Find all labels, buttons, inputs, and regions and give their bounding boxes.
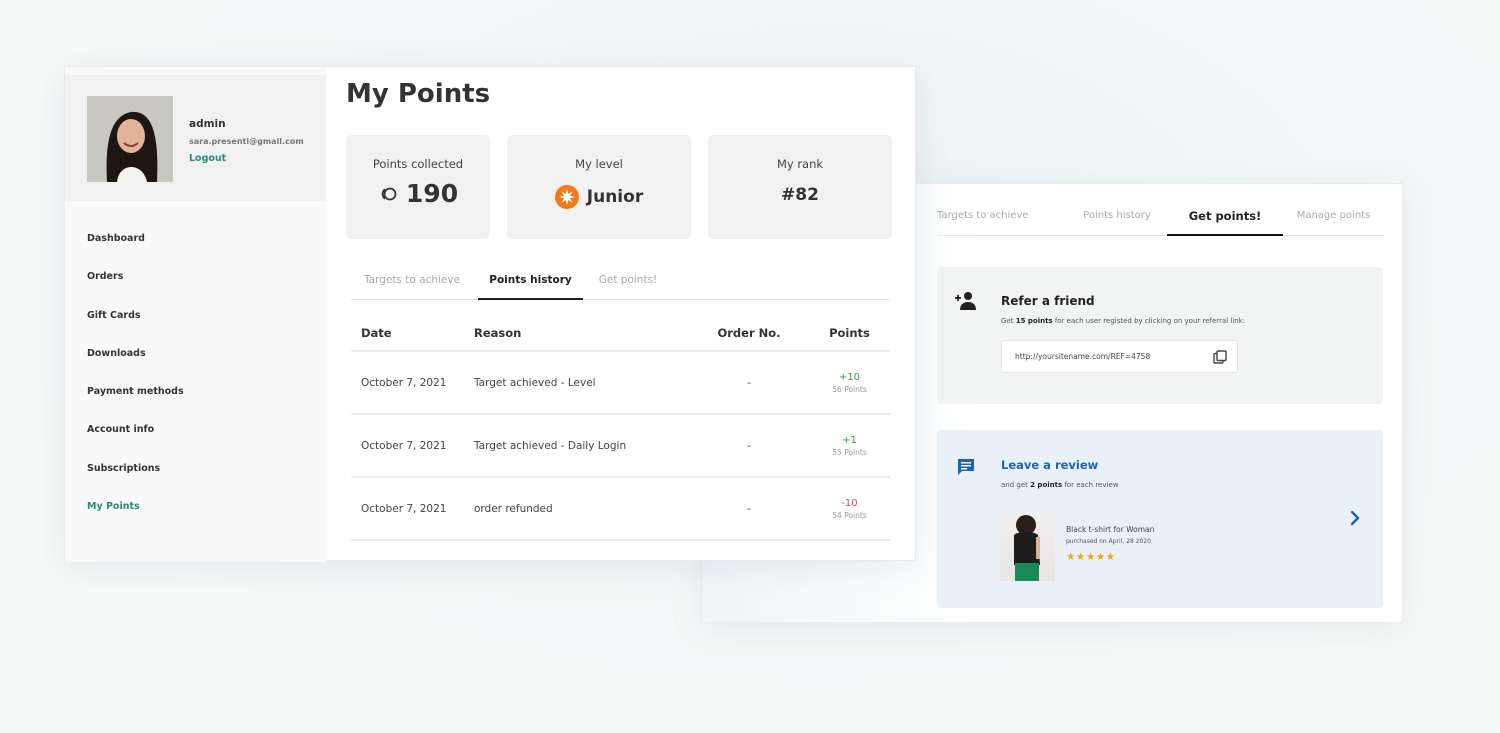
review-desc-points: 2 points bbox=[1030, 481, 1063, 489]
row-order-no: - bbox=[747, 376, 751, 389]
row-points: +10 56 Points bbox=[809, 372, 890, 394]
avatar bbox=[87, 96, 173, 182]
tab-points-history[interactable]: Points history bbox=[1067, 202, 1167, 236]
row-order-no: - bbox=[747, 502, 751, 515]
points-delta: -10 bbox=[841, 497, 858, 509]
my-level-value: Junior bbox=[586, 187, 644, 207]
product-name: Black t-shirt for Woman bbox=[1066, 525, 1155, 534]
referral-url[interactable]: http://yoursitename.com/REF=4758 bbox=[1015, 352, 1150, 361]
user-name: admin bbox=[189, 118, 226, 130]
points-tabs: Targets to achieve Points history Get po… bbox=[351, 266, 890, 300]
my-level-label: My level bbox=[575, 157, 623, 171]
points-delta: +10 bbox=[838, 371, 861, 383]
tab-targets-to-achieve[interactable]: Targets to achieve bbox=[937, 202, 1067, 236]
purchase-date: purchased on April, 28 2020 bbox=[1066, 538, 1151, 545]
table-header: Date Reason Order No. Points bbox=[351, 315, 890, 352]
row-date: October 7, 2021 bbox=[361, 376, 447, 389]
header-date: Date bbox=[361, 325, 392, 340]
points-total: 54 Points bbox=[832, 510, 867, 520]
table-row: October 7, 2021 Target achieved - Daily … bbox=[351, 415, 890, 478]
sidebar-item-gift-cards[interactable]: Gift Cards bbox=[87, 310, 184, 348]
sidebar-item-my-points[interactable]: My Points bbox=[87, 501, 184, 539]
points-delta: +1 bbox=[842, 434, 857, 446]
sidebar-item-subscriptions[interactable]: Subscriptions bbox=[87, 463, 184, 501]
avatar-photo bbox=[87, 96, 173, 182]
product-image bbox=[1000, 513, 1055, 581]
refer-desc-prefix: Get bbox=[1001, 317, 1016, 325]
my-points-panel: admin sara.presenti@gmail.com Logout Das… bbox=[64, 66, 916, 562]
points-collected-value: 190 bbox=[405, 179, 459, 208]
header-reason: Reason bbox=[474, 325, 522, 340]
add-person-icon bbox=[955, 292, 976, 310]
points-collected-value-row: 190 bbox=[346, 179, 490, 208]
header-points: Points bbox=[829, 325, 870, 340]
sidebar-item-orders[interactable]: Orders bbox=[87, 271, 184, 309]
review-description: and get 2 points for each review bbox=[1001, 481, 1119, 489]
get-points-tabs: Targets to achieve Points history Get po… bbox=[937, 202, 1384, 236]
header-order-no: Order No. bbox=[717, 325, 781, 340]
starburst-badge-icon bbox=[554, 185, 579, 209]
refer-title: Refer a friend bbox=[1001, 294, 1095, 308]
chat-message-icon bbox=[958, 459, 974, 475]
row-reason: Target achieved - Level bbox=[474, 376, 596, 389]
row-reason: Target achieved - Daily Login bbox=[474, 439, 627, 452]
chevron-right-icon[interactable] bbox=[1349, 510, 1361, 526]
row-date: October 7, 2021 bbox=[361, 439, 447, 452]
my-rank-card: My rank #82 bbox=[708, 135, 892, 239]
product-photo-woman-tshirt bbox=[1014, 515, 1040, 581]
points-history-table: Date Reason Order No. Points October 7, … bbox=[351, 315, 890, 541]
tab-get-points[interactable]: Get points! bbox=[1167, 202, 1283, 236]
user-email: sara.presenti@gmail.com bbox=[189, 137, 304, 146]
sidebar-item-dashboard[interactable]: Dashboard bbox=[87, 233, 184, 271]
profile-card: admin sara.presenti@gmail.com Logout bbox=[65, 75, 326, 201]
table-row: October 7, 2021 order refunded - -10 54 … bbox=[351, 478, 890, 541]
my-rank-value: #82 bbox=[781, 185, 819, 205]
account-sidebar: admin sara.presenti@gmail.com Logout Das… bbox=[65, 67, 326, 562]
referral-link-field[interactable]: http://yoursitename.com/REF=4758 bbox=[1001, 340, 1238, 373]
row-points: +1 55 Points bbox=[809, 435, 890, 457]
coins-icon bbox=[381, 187, 397, 200]
tab-points-history[interactable]: Points history bbox=[478, 266, 583, 300]
refer-desc-points: 15 points bbox=[1015, 317, 1053, 325]
refer-a-friend-card: Refer a friend Get 15 points for each us… bbox=[937, 267, 1383, 404]
my-rank-label: My rank bbox=[776, 157, 824, 171]
logout-link[interactable]: Logout bbox=[189, 153, 226, 164]
sidebar-item-downloads[interactable]: Downloads bbox=[87, 348, 184, 386]
my-level-card: My level Junior bbox=[507, 135, 691, 239]
page-title: My Points bbox=[346, 79, 491, 109]
refer-description: Get 15 points for each user registed by … bbox=[1001, 317, 1245, 325]
tab-targets-to-achieve[interactable]: Targets to achieve bbox=[351, 266, 478, 300]
sidebar-item-account-info[interactable]: Account info bbox=[87, 424, 184, 462]
row-date: October 7, 2021 bbox=[361, 502, 447, 515]
my-level-value-row: Junior bbox=[507, 185, 691, 209]
tab-manage-points[interactable]: Manage points bbox=[1283, 202, 1384, 236]
leave-review-title[interactable]: Leave a review bbox=[1001, 458, 1098, 472]
tab-get-points[interactable]: Get points! bbox=[583, 266, 673, 300]
account-nav: Dashboard Orders Gift Cards Downloads Pa… bbox=[87, 233, 184, 539]
row-reason: order refunded bbox=[474, 502, 553, 515]
review-desc-prefix: and get bbox=[1001, 481, 1031, 489]
points-total: 56 Points bbox=[832, 384, 867, 394]
refer-desc-suffix: for each user registed by clicking on yo… bbox=[1052, 317, 1246, 325]
leave-a-review-card[interactable]: Leave a review and get 2 points for each… bbox=[937, 430, 1383, 608]
points-total: 55 Points bbox=[832, 447, 867, 457]
table-row: October 7, 2021 Target achieved - Level … bbox=[351, 352, 890, 415]
row-points: -10 54 Points bbox=[809, 498, 890, 520]
star-rating[interactable]: ★★★★★ bbox=[1066, 551, 1116, 563]
sidebar-item-payment-methods[interactable]: Payment methods bbox=[87, 386, 184, 424]
points-collected-label: Points collected bbox=[372, 157, 464, 171]
review-desc-suffix: for each review bbox=[1062, 481, 1119, 489]
copy-icon[interactable] bbox=[1213, 350, 1227, 364]
points-collected-card: Points collected 190 bbox=[346, 135, 490, 239]
row-order-no: - bbox=[747, 439, 751, 452]
